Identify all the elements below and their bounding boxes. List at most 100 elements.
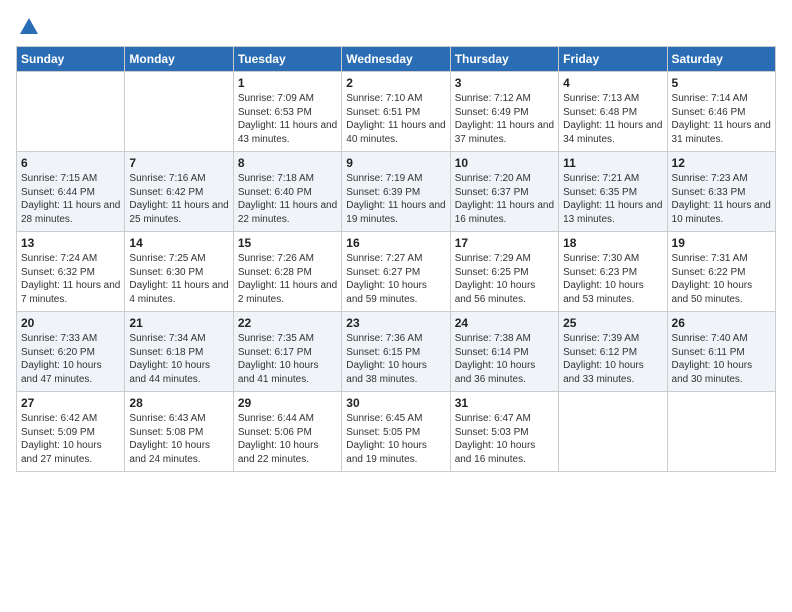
day-number: 28 [129, 396, 228, 410]
day-number: 21 [129, 316, 228, 330]
calendar-cell [17, 72, 125, 152]
day-info: Sunrise: 7:29 AMSunset: 6:25 PMDaylight:… [455, 252, 554, 306]
calendar-cell: 2 Sunrise: 7:10 AMSunset: 6:51 PMDaylight… [342, 72, 450, 152]
day-info: Sunrise: 7:14 AMSunset: 6:46 PMDaylight:… [672, 92, 771, 146]
calendar-week-row: 13 Sunrise: 7:24 AMSunset: 6:32 PMDayligh… [17, 232, 776, 312]
calendar-cell: 1 Sunrise: 7:09 AMSunset: 6:53 PMDaylight… [233, 72, 341, 152]
day-info: Sunrise: 7:18 AMSunset: 6:40 PMDaylight:… [238, 172, 337, 226]
day-number: 20 [21, 316, 120, 330]
calendar-cell [125, 72, 233, 152]
calendar-cell [559, 392, 667, 472]
day-number: 27 [21, 396, 120, 410]
calendar-cell: 8 Sunrise: 7:18 AMSunset: 6:40 PMDaylight… [233, 152, 341, 232]
day-number: 1 [238, 76, 337, 90]
day-number: 23 [346, 316, 445, 330]
calendar-table: SundayMondayTuesdayWednesdayThursdayFrid… [16, 46, 776, 472]
day-of-week-header: Thursday [450, 47, 558, 72]
day-number: 16 [346, 236, 445, 250]
logo-icon [18, 16, 40, 38]
day-info: Sunrise: 7:23 AMSunset: 6:33 PMDaylight:… [672, 172, 771, 226]
calendar-week-row: 20 Sunrise: 7:33 AMSunset: 6:20 PMDayligh… [17, 312, 776, 392]
day-number: 19 [672, 236, 771, 250]
day-number: 26 [672, 316, 771, 330]
calendar-cell: 11 Sunrise: 7:21 AMSunset: 6:35 PMDayligh… [559, 152, 667, 232]
day-info: Sunrise: 6:42 AMSunset: 5:09 PMDaylight:… [21, 412, 120, 466]
day-number: 6 [21, 156, 120, 170]
calendar-cell: 16 Sunrise: 7:27 AMSunset: 6:27 PMDayligh… [342, 232, 450, 312]
day-info: Sunrise: 7:09 AMSunset: 6:53 PMDaylight:… [238, 92, 337, 146]
calendar-week-row: 27 Sunrise: 6:42 AMSunset: 5:09 PMDayligh… [17, 392, 776, 472]
day-info: Sunrise: 7:27 AMSunset: 6:27 PMDaylight:… [346, 252, 445, 306]
day-number: 5 [672, 76, 771, 90]
day-number: 13 [21, 236, 120, 250]
day-of-week-header: Tuesday [233, 47, 341, 72]
day-number: 2 [346, 76, 445, 90]
calendar-cell: 12 Sunrise: 7:23 AMSunset: 6:33 PMDayligh… [667, 152, 775, 232]
day-info: Sunrise: 7:31 AMSunset: 6:22 PMDaylight:… [672, 252, 771, 306]
day-number: 3 [455, 76, 554, 90]
day-number: 7 [129, 156, 228, 170]
day-info: Sunrise: 7:35 AMSunset: 6:17 PMDaylight:… [238, 332, 337, 386]
day-info: Sunrise: 7:33 AMSunset: 6:20 PMDaylight:… [21, 332, 120, 386]
day-of-week-header: Sunday [17, 47, 125, 72]
day-number: 18 [563, 236, 662, 250]
calendar-cell: 7 Sunrise: 7:16 AMSunset: 6:42 PMDaylight… [125, 152, 233, 232]
calendar-cell: 5 Sunrise: 7:14 AMSunset: 6:46 PMDaylight… [667, 72, 775, 152]
header [16, 16, 776, 38]
day-info: Sunrise: 7:20 AMSunset: 6:37 PMDaylight:… [455, 172, 554, 226]
day-number: 12 [672, 156, 771, 170]
calendar-cell: 4 Sunrise: 7:13 AMSunset: 6:48 PMDaylight… [559, 72, 667, 152]
logo [16, 16, 40, 38]
calendar-cell: 28Sunrise: 6:43 AMSunset: 5:08 PMDayligh… [125, 392, 233, 472]
day-number: 10 [455, 156, 554, 170]
calendar-week-row: 1 Sunrise: 7:09 AMSunset: 6:53 PMDaylight… [17, 72, 776, 152]
day-info: Sunrise: 6:47 AMSunset: 5:03 PMDaylight:… [455, 412, 554, 466]
day-info: Sunrise: 7:34 AMSunset: 6:18 PMDaylight:… [129, 332, 228, 386]
calendar-week-row: 6 Sunrise: 7:15 AMSunset: 6:44 PMDaylight… [17, 152, 776, 232]
day-info: Sunrise: 7:15 AMSunset: 6:44 PMDaylight:… [21, 172, 120, 226]
calendar-cell: 9Sunrise: 7:19 AMSunset: 6:39 PMDaylight… [342, 152, 450, 232]
page-container: SundayMondayTuesdayWednesdayThursdayFrid… [0, 0, 792, 482]
calendar-cell: 30 Sunrise: 6:45 AMSunset: 5:05 PMDayligh… [342, 392, 450, 472]
day-info: Sunrise: 7:13 AMSunset: 6:48 PMDaylight:… [563, 92, 662, 146]
day-info: Sunrise: 7:16 AMSunset: 6:42 PMDaylight:… [129, 172, 228, 226]
calendar-header-row: SundayMondayTuesdayWednesdayThursdayFrid… [17, 47, 776, 72]
calendar-cell: 13 Sunrise: 7:24 AMSunset: 6:32 PMDayligh… [17, 232, 125, 312]
day-number: 8 [238, 156, 337, 170]
day-info: Sunrise: 7:12 AMSunset: 6:49 PMDaylight:… [455, 92, 554, 146]
day-info: Sunrise: 7:21 AMSunset: 6:35 PMDaylight:… [563, 172, 662, 226]
day-info: Sunrise: 7:30 AMSunset: 6:23 PMDaylight:… [563, 252, 662, 306]
calendar-cell: 14Sunrise: 7:25 AMSunset: 6:30 PMDayligh… [125, 232, 233, 312]
day-info: Sunrise: 7:24 AMSunset: 6:32 PMDaylight:… [21, 252, 120, 306]
calendar-cell: 31 Sunrise: 6:47 AMSunset: 5:03 PMDayligh… [450, 392, 558, 472]
day-of-week-header: Monday [125, 47, 233, 72]
day-info: Sunrise: 7:10 AMSunset: 6:51 PMDaylight:… [346, 92, 445, 146]
day-number: 11 [563, 156, 662, 170]
day-number: 22 [238, 316, 337, 330]
day-number: 17 [455, 236, 554, 250]
day-info: Sunrise: 7:40 AMSunset: 6:11 PMDaylight:… [672, 332, 771, 386]
day-info: Sunrise: 7:38 AMSunset: 6:14 PMDaylight:… [455, 332, 554, 386]
calendar-cell: 19 Sunrise: 7:31 AMSunset: 6:22 PMDayligh… [667, 232, 775, 312]
calendar-cell: 25Sunrise: 7:39 AMSunset: 6:12 PMDayligh… [559, 312, 667, 392]
calendar-cell: 26 Sunrise: 7:40 AMSunset: 6:11 PMDayligh… [667, 312, 775, 392]
day-number: 14 [129, 236, 228, 250]
day-info: Sunrise: 6:44 AMSunset: 5:06 PMDaylight:… [238, 412, 337, 466]
calendar-cell: 15Sunrise: 7:26 AMSunset: 6:28 PMDayligh… [233, 232, 341, 312]
day-info: Sunrise: 7:36 AMSunset: 6:15 PMDaylight:… [346, 332, 445, 386]
calendar-cell: 23 Sunrise: 7:36 AMSunset: 6:15 PMDayligh… [342, 312, 450, 392]
calendar-cell: 17 Sunrise: 7:29 AMSunset: 6:25 PMDayligh… [450, 232, 558, 312]
calendar-cell: 22 Sunrise: 7:35 AMSunset: 6:17 PMDayligh… [233, 312, 341, 392]
day-info: Sunrise: 7:39 AMSunset: 6:12 PMDaylight:… [563, 332, 662, 386]
day-number: 4 [563, 76, 662, 90]
calendar-cell: 27 Sunrise: 6:42 AMSunset: 5:09 PMDayligh… [17, 392, 125, 472]
day-number: 9 [346, 156, 445, 170]
day-number: 30 [346, 396, 445, 410]
calendar-cell: 24 Sunrise: 7:38 AMSunset: 6:14 PMDayligh… [450, 312, 558, 392]
calendar-cell: 29Sunrise: 6:44 AMSunset: 5:06 PMDayligh… [233, 392, 341, 472]
day-info: Sunrise: 6:45 AMSunset: 5:05 PMDaylight:… [346, 412, 445, 466]
calendar-cell: 20 Sunrise: 7:33 AMSunset: 6:20 PMDayligh… [17, 312, 125, 392]
day-number: 15 [238, 236, 337, 250]
day-number: 31 [455, 396, 554, 410]
day-number: 24 [455, 316, 554, 330]
